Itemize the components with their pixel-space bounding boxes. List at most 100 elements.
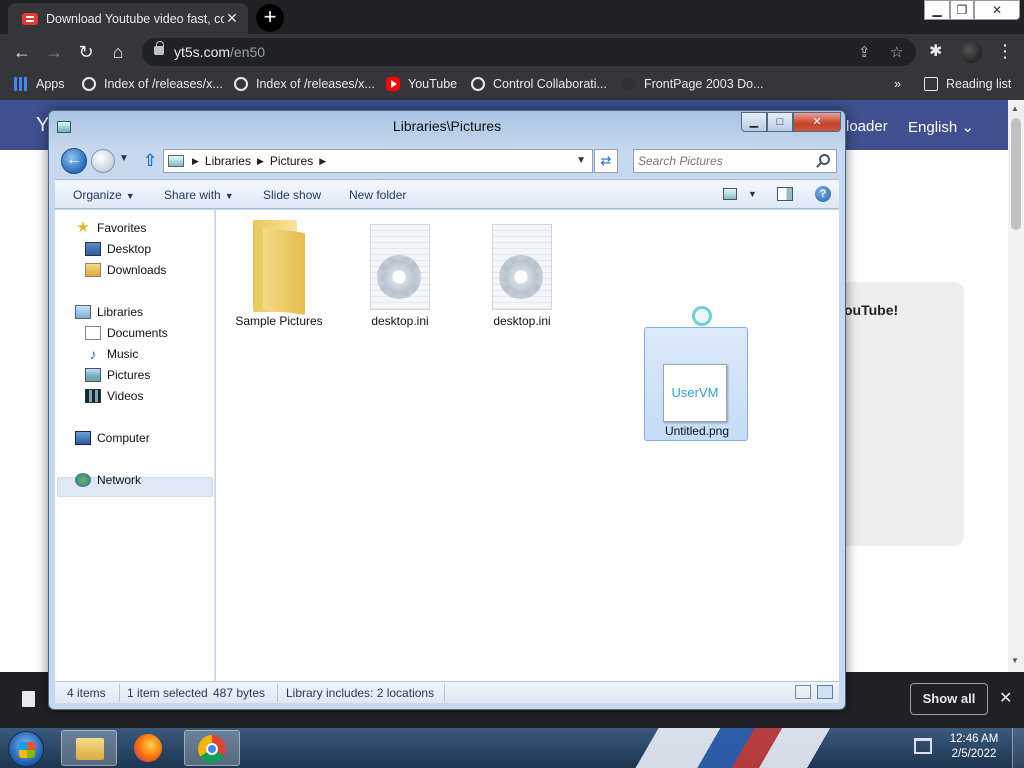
status-divider	[119, 684, 120, 702]
youtube-icon	[386, 77, 400, 91]
share-with-button[interactable]: Share with ▼	[164, 188, 234, 202]
explorer-close-button[interactable]: ✕	[793, 112, 841, 132]
file-item-desktop-ini-1[interactable]: desktop.ini	[348, 218, 452, 332]
language-selector[interactable]: English ⌄	[908, 118, 974, 136]
nav-item-desktop[interactable]: Desktop	[85, 242, 151, 256]
home-icon[interactable]: ⌂	[107, 42, 129, 62]
bookmark-control-collaboration[interactable]: Control Collaborati...	[471, 77, 607, 91]
nav-item-computer[interactable]: Computer	[75, 431, 150, 445]
show-desktop-button[interactable]	[1012, 728, 1024, 768]
file-item-desktop-ini-2[interactable]: desktop.ini	[470, 218, 574, 332]
browser-close-button[interactable]: ✕	[974, 0, 1020, 20]
nav-item-pictures[interactable]: Pictures	[85, 368, 150, 382]
file-item-untitled-png[interactable]: UserVM Untitled.png	[644, 327, 748, 441]
taskbar-explorer-button[interactable]	[61, 730, 117, 766]
frontpage-icon	[622, 77, 636, 91]
explorer-address-bar[interactable]: ▶ Libraries ▶ Pictures ▶ ▼	[163, 149, 593, 173]
folder-icon	[251, 220, 309, 315]
reading-list-button[interactable]: Reading list	[924, 77, 1011, 91]
scroll-up-icon[interactable]: ▲	[1011, 104, 1019, 113]
browser-restore-button[interactable]: ❐	[950, 0, 974, 20]
bookmark-index-releases-2[interactable]: Index of /releases/x...	[234, 77, 375, 91]
taskbar-firefox-button[interactable]	[122, 730, 178, 766]
nav-item-videos[interactable]: Videos	[85, 389, 143, 403]
browser-minimize-button[interactable]: ▁	[924, 0, 950, 20]
nav-item-libraries[interactable]: Libraries	[75, 305, 143, 319]
show-all-downloads-button[interactable]: Show all	[910, 683, 988, 715]
recent-pages-chevron-down-icon[interactable]: ▼	[119, 153, 129, 164]
new-folder-button[interactable]: New folder	[349, 188, 406, 202]
breadcrumb-chevron-right-icon[interactable]: ▶	[319, 156, 326, 167]
site-nav-downloader[interactable]: loader	[846, 118, 888, 135]
back-arrow-icon[interactable]: ←	[61, 148, 87, 174]
share-icon[interactable]: ⇪	[858, 43, 871, 61]
up-arrow-icon[interactable]: ⇧	[143, 151, 157, 171]
browser-tab-active[interactable]: Download Youtube video fast, co ✕	[8, 3, 248, 34]
windows-taskbar: 12:46 AM 2/5/2022	[0, 728, 1024, 768]
status-item-count: 4 items	[67, 686, 106, 700]
help-icon[interactable]: ?	[815, 186, 831, 202]
refresh-icon[interactable]: ⇄	[594, 149, 618, 173]
change-view-icon[interactable]	[723, 188, 737, 200]
page-scrollbar[interactable]: ▲ ▼	[1008, 100, 1024, 672]
taskbar-clock[interactable]: 12:46 AM 2/5/2022	[944, 732, 1004, 762]
extensions-puzzle-icon[interactable]: ✱	[929, 41, 942, 61]
status-selection: 1 item selected	[127, 686, 208, 700]
explorer-minimize-button[interactable]: ▁	[741, 112, 767, 132]
url-text[interactable]: yt5s.com/en50	[174, 44, 265, 60]
downloads-folder-icon	[85, 263, 101, 277]
bookmark-apps[interactable]: Apps	[14, 77, 65, 91]
breadcrumb-libraries[interactable]: Libraries	[205, 154, 251, 168]
browser-menu-kebab-icon[interactable]: ⋮	[996, 40, 1014, 62]
videos-film-icon	[85, 389, 101, 403]
file-icon[interactable]	[22, 691, 35, 707]
nav-item-network[interactable]: Network	[75, 473, 141, 487]
status-divider	[277, 684, 278, 702]
nav-item-favorites[interactable]: ★ Favorites	[75, 220, 146, 235]
search-icon[interactable]	[819, 154, 830, 165]
file-list-area[interactable]: Sample Pictures desktop.ini desktop.ini …	[216, 210, 839, 681]
new-tab-button[interactable]: +	[256, 4, 284, 32]
bookmark-youtube[interactable]: YouTube	[386, 77, 457, 91]
slide-show-button[interactable]: Slide show	[263, 188, 321, 202]
nav-item-downloads[interactable]: Downloads	[85, 263, 166, 277]
lock-icon[interactable]	[154, 41, 164, 55]
file-item-sample-pictures[interactable]: Sample Pictures	[227, 218, 331, 332]
view-options-chevron-down-icon[interactable]: ▼	[748, 189, 757, 199]
large-icons-view-icon[interactable]	[817, 685, 833, 699]
network-tray-icon[interactable]	[914, 738, 932, 754]
search-box[interactable]	[633, 149, 837, 173]
forward-arrow-icon[interactable]: →	[43, 42, 65, 62]
breadcrumb-chevron-right-icon[interactable]: ▶	[257, 156, 264, 167]
preview-pane-icon[interactable]	[777, 187, 793, 201]
nav-item-documents[interactable]: Documents	[85, 326, 168, 340]
bookmarks-overflow-button[interactable]: »	[894, 77, 901, 91]
breadcrumb-pictures[interactable]: Pictures	[270, 154, 313, 168]
start-button[interactable]	[8, 731, 44, 767]
forward-arrow-icon[interactable]	[91, 149, 115, 173]
explorer-maximize-button[interactable]: □	[767, 112, 793, 132]
browser-toolbar: ← → ↻ ⌂ yt5s.com/en50 ⇪ ☆	[0, 34, 1024, 70]
scroll-down-icon[interactable]: ▼	[1011, 656, 1019, 665]
nav-item-music[interactable]: ♪ Music	[85, 347, 139, 361]
pictures-icon	[85, 368, 101, 382]
details-view-icon[interactable]	[795, 685, 811, 699]
back-arrow-icon[interactable]: ←	[11, 42, 33, 62]
taskbar-chrome-button[interactable]	[184, 730, 240, 766]
bookmark-star-icon[interactable]: ☆	[890, 43, 903, 61]
tab-close-icon[interactable]: ✕	[224, 10, 240, 27]
bookmark-label: Control Collaborati...	[493, 77, 607, 91]
bookmark-index-releases-1[interactable]: Index of /releases/x...	[82, 77, 223, 91]
scrollbar-thumb[interactable]	[1011, 118, 1021, 230]
organize-button[interactable]: Organize ▼	[73, 188, 135, 202]
breadcrumb-chevron-right-icon[interactable]: ▶	[192, 156, 199, 167]
bookmark-label: YouTube	[408, 77, 458, 91]
download-bar-close-icon[interactable]: ✕	[999, 688, 1012, 708]
address-bar[interactable]: yt5s.com/en50 ⇪ ☆	[142, 38, 916, 66]
nav-label: Desktop	[107, 242, 152, 256]
bookmark-frontpage-2003[interactable]: FrontPage 2003 Do...	[622, 77, 764, 91]
address-history-chevron-down-icon[interactable]: ▼	[576, 155, 586, 166]
reload-icon[interactable]: ↻	[75, 42, 97, 62]
profile-avatar[interactable]	[960, 41, 982, 63]
search-input[interactable]	[638, 153, 808, 169]
